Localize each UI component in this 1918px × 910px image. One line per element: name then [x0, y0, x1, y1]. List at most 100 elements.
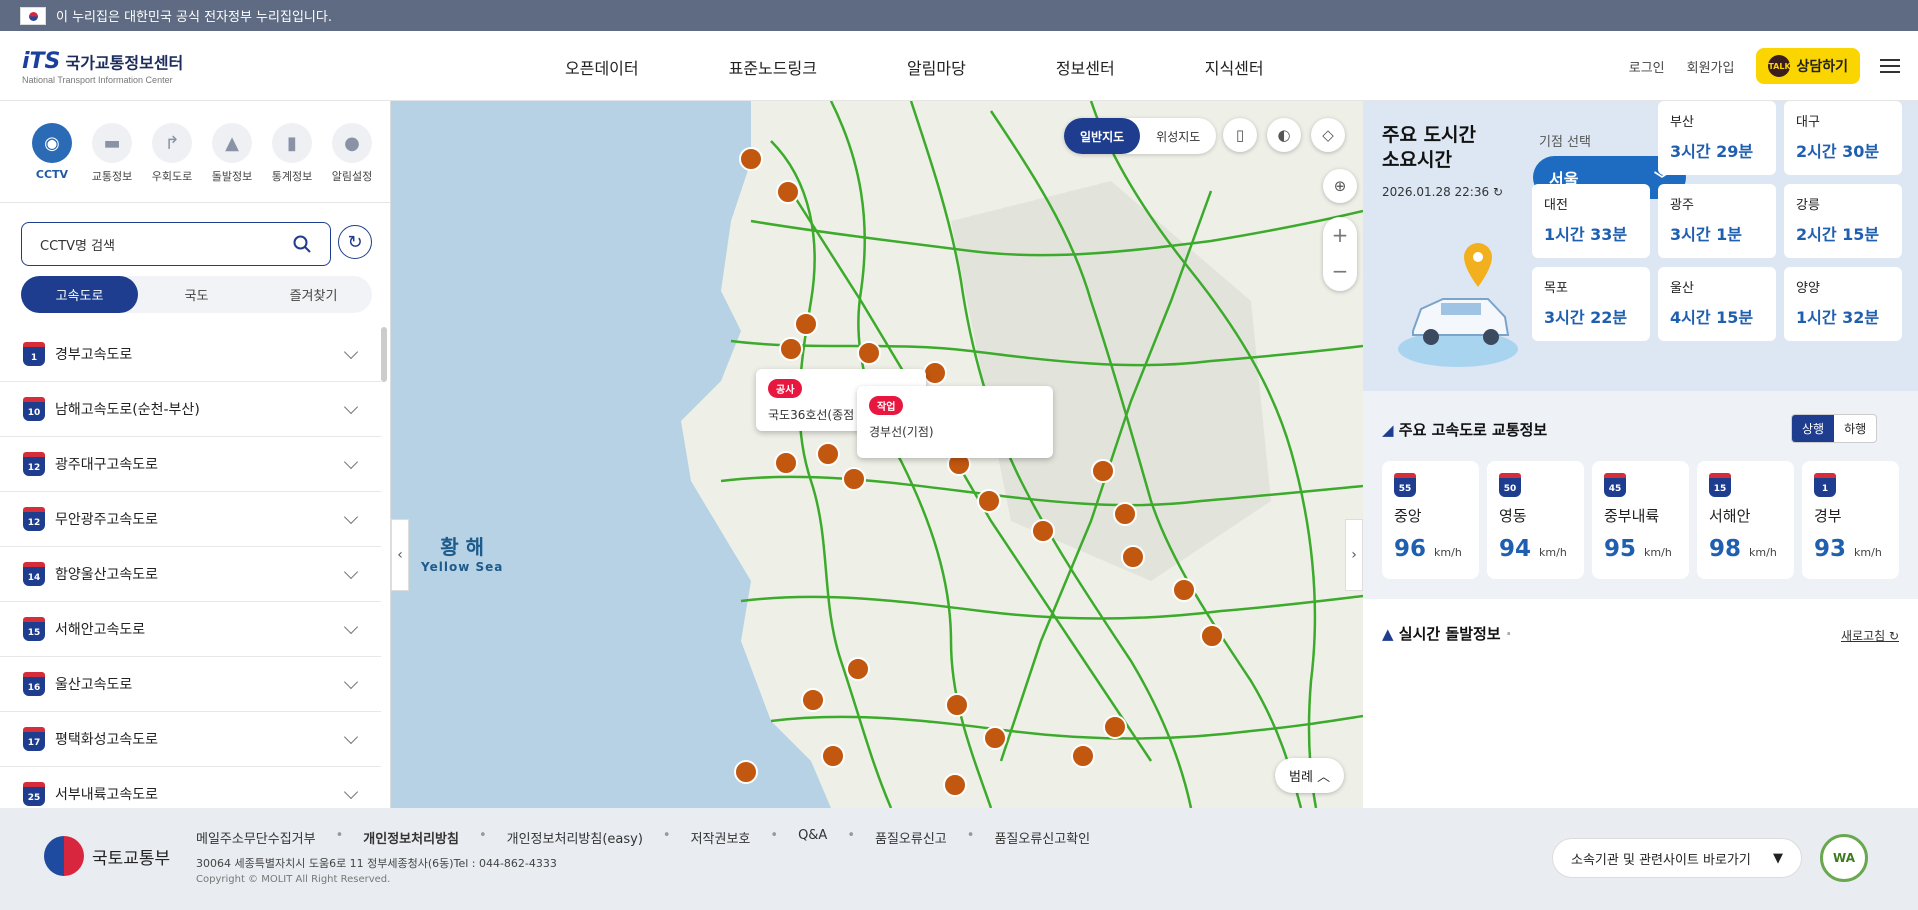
kakao-talk-button[interactable]: TALK 상담하기 — [1756, 48, 1860, 84]
travel-time: 2시간 30분 — [1796, 142, 1880, 161]
incident-marker-icon[interactable] — [1071, 744, 1095, 768]
ministry-logo[interactable]: 국토교통부 — [44, 836, 170, 876]
category-traffic[interactable]: ▬ 교통정보 — [82, 123, 142, 184]
city-card[interactable]: 대전 1시간 33분 — [1532, 184, 1650, 258]
related-sites-select[interactable]: 소속기관 및 관련사이트 바로가기 ▼ — [1552, 838, 1802, 878]
list-item[interactable]: 15 서해안고속도로 — [0, 602, 381, 657]
list-item[interactable]: 1 경부고속도로 — [0, 327, 381, 382]
login-link[interactable]: 로그인 — [1629, 57, 1665, 76]
incident-marker-icon[interactable] — [776, 180, 800, 204]
highway-speed-card[interactable]: 45 중부내륙 95 km/h — [1592, 461, 1689, 579]
highway-speed-card[interactable]: 15 서해안 98 km/h — [1697, 461, 1794, 579]
incident-marker-icon[interactable] — [821, 744, 845, 768]
nav-info-center[interactable]: 정보센터 — [1056, 55, 1115, 79]
city-card[interactable]: 양양 1시간 32분 — [1784, 267, 1902, 341]
layers-icon[interactable]: ◇ — [1311, 118, 1345, 152]
city-card[interactable]: 강릉 2시간 15분 — [1784, 184, 1902, 258]
footer-link[interactable]: 품질오류신고확인 — [994, 828, 1090, 847]
nav-open-data[interactable]: 오픈데이터 — [565, 55, 639, 79]
legend-button[interactable]: 범례 ︿ — [1275, 758, 1345, 793]
incident-marker-icon[interactable] — [816, 442, 840, 466]
category-cctv[interactable]: ◉ CCTV — [22, 123, 82, 184]
list-item[interactable]: 25 서부내륙고속도로 — [0, 767, 381, 808]
hamburger-menu-icon[interactable] — [1880, 55, 1900, 77]
nav-standard-node-link[interactable]: 표준노드링크 — [729, 55, 817, 79]
list-item[interactable]: 10 남해고속도로(순천-부산) — [0, 382, 381, 437]
incident-popup-work[interactable]: 작업 경부선(기점) — [857, 386, 1053, 458]
list-item[interactable]: 16 울산고속도로 — [0, 657, 381, 712]
highway-speed-card[interactable]: 55 중앙 96 km/h — [1382, 461, 1479, 579]
list-item[interactable]: 12 무안광주고속도로 — [0, 492, 381, 547]
direction-down-button[interactable]: 하행 — [1834, 415, 1876, 442]
incident-marker-icon[interactable] — [734, 760, 758, 784]
refresh-icon[interactable]: ↻ — [1493, 185, 1503, 199]
list-scrollbar[interactable] — [381, 327, 387, 382]
city-card[interactable]: 대구 2시간 30분 — [1784, 101, 1902, 175]
incident-marker-icon[interactable] — [1113, 502, 1137, 526]
collapse-right-button[interactable]: › — [1345, 519, 1363, 591]
incident-marker-icon[interactable] — [943, 773, 967, 797]
incident-marker-icon[interactable] — [1200, 624, 1224, 648]
signup-link[interactable]: 회원가입 — [1687, 57, 1735, 76]
footer-link[interactable]: 개인정보처리방침(easy) — [507, 828, 643, 847]
city-card[interactable]: 목포 3시간 22분 — [1532, 267, 1650, 341]
incident-marker-icon[interactable] — [945, 693, 969, 717]
incident-marker-icon[interactable] — [846, 657, 870, 681]
incident-marker-icon[interactable] — [1172, 578, 1196, 602]
category-detour[interactable]: ↱ 우회도로 — [142, 123, 202, 184]
collapse-left-button[interactable]: ‹ — [391, 519, 409, 591]
incident-marker-icon[interactable] — [774, 451, 798, 475]
city-card[interactable]: 부산 3시간 29분 — [1658, 101, 1776, 175]
footer-link[interactable]: 품질오류신고 — [875, 828, 947, 847]
road-name: 평택화성고속도로 — [55, 732, 159, 748]
traffic-light-icon[interactable]: ▯ — [1223, 118, 1257, 152]
nav-notice[interactable]: 알림마당 — [907, 55, 966, 79]
footer-link[interactable]: 개인정보처리방침 — [363, 828, 459, 847]
incident-marker-icon[interactable] — [739, 147, 763, 171]
zoom-out-button[interactable]: − — [1323, 253, 1357, 289]
incident-marker-icon[interactable] — [779, 337, 803, 361]
tab-expressway[interactable]: 고속도로 — [21, 276, 138, 313]
incident-marker-icon[interactable] — [923, 361, 947, 385]
general-map-button[interactable]: 일반지도 — [1064, 118, 1141, 154]
direction-up-button[interactable]: 상행 — [1792, 415, 1835, 442]
incident-marker-icon[interactable] — [857, 341, 881, 365]
zoom-in-button[interactable]: + — [1323, 217, 1357, 253]
list-item[interactable]: 17 평택화성고속도로 — [0, 712, 381, 767]
incident-marker-icon[interactable] — [842, 467, 866, 491]
highway-speed-card[interactable]: 1 경부 93 km/h — [1802, 461, 1899, 579]
incident-marker-icon[interactable] — [801, 688, 825, 712]
search-icon[interactable] — [292, 234, 312, 254]
city-card[interactable]: 울산 4시간 15분 — [1658, 267, 1776, 341]
cctv-search-input[interactable]: CCTV명 검색 — [21, 222, 331, 266]
incident-marker-icon[interactable] — [1103, 715, 1127, 739]
wa-certification-logo[interactable]: WA — [1820, 834, 1868, 882]
city-card[interactable]: 광주 3시간 1분 — [1658, 184, 1776, 258]
list-item[interactable]: 12 광주대구고속도로 — [0, 437, 381, 492]
nav-knowledge-center[interactable]: 지식센터 — [1205, 55, 1264, 79]
incident-marker-icon[interactable] — [794, 312, 818, 336]
incident-marker-icon[interactable] — [1121, 545, 1145, 569]
category-stats[interactable]: ▮ 통계정보 — [262, 123, 322, 184]
category-alert[interactable]: ● 알림설정 — [322, 123, 382, 184]
footer-link[interactable]: 메일주소무단수집거부 — [196, 828, 316, 847]
tab-favorites[interactable]: 즐겨찾기 — [255, 276, 372, 313]
satellite-map-button[interactable]: 위성지도 — [1140, 118, 1216, 154]
site-logo[interactable]: iTS 국가교통정보센터 National Transport Informat… — [22, 49, 183, 85]
incident-marker-icon[interactable] — [1031, 519, 1055, 543]
traffic-map[interactable]: 황 해 Yellow Sea 일반지도 위성지도 ▯ ◐ ◇ ⊕ + − 공사 … — [391, 101, 1363, 808]
refresh-icon[interactable]: ↻ — [338, 225, 372, 259]
tab-national-road[interactable]: 국도 — [138, 276, 255, 313]
footer-link[interactable]: 저작권보호 — [691, 828, 751, 847]
incident-marker-icon[interactable] — [983, 726, 1007, 750]
incident-marker-icon[interactable] — [1091, 459, 1115, 483]
highway-speed-card[interactable]: 50 영동 94 km/h — [1487, 461, 1584, 579]
my-location-icon[interactable]: ⊕ — [1323, 169, 1357, 203]
refresh-link[interactable]: 새로고침 ↻ — [1841, 627, 1899, 644]
category-incident[interactable]: ▲ 돌발정보 — [202, 123, 262, 184]
list-item[interactable]: 14 함양울산고속도로 — [0, 547, 381, 602]
highway-shield-icon: 45 — [1604, 473, 1626, 497]
footer-link[interactable]: Q&A — [798, 828, 827, 847]
cctv-layer-icon[interactable]: ◐ — [1267, 118, 1301, 152]
incident-marker-icon[interactable] — [977, 489, 1001, 513]
